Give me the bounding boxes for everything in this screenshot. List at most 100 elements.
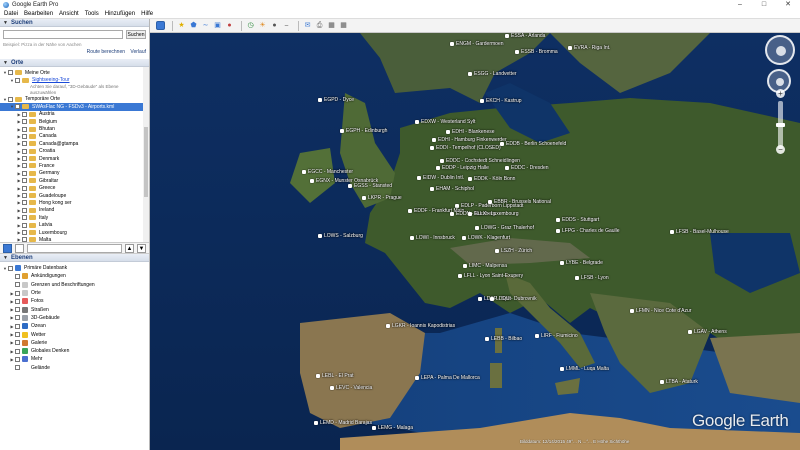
layer-item[interactable]: ▶ Fotos (0, 297, 149, 305)
places-item[interactable]: ▶ Croatia (0, 148, 149, 155)
checkbox[interactable] (15, 307, 20, 313)
layer-item[interactable]: Ankündigungen (0, 272, 149, 280)
minimize-icon[interactable]: – (728, 0, 752, 10)
places-item[interactable]: ▶ Bhutan (0, 125, 149, 132)
airport-placemark[interactable]: EKCH - Kastrup (480, 98, 522, 104)
airport-placemark[interactable]: EVRA - Riga Int. (568, 45, 610, 51)
places-item[interactable]: ▶ France (0, 162, 149, 169)
airport-placemark[interactable]: EDDS - Stuttgart (556, 217, 599, 223)
checkbox[interactable] (15, 104, 20, 110)
airport-placemark[interactable]: EDDK - Köln Bonn (468, 176, 515, 182)
places-item[interactable]: ▼ Meine Orte (0, 69, 149, 76)
layer-item[interactable]: ▶ Straßen (0, 305, 149, 313)
checkbox[interactable] (15, 356, 20, 362)
checkbox[interactable] (22, 148, 27, 154)
places-item[interactable]: ▶ Latvia (0, 221, 149, 228)
airport-placemark[interactable]: LFSB - Basel-Mulhouse (670, 229, 729, 235)
checkbox[interactable] (22, 178, 27, 184)
airport-placemark[interactable]: LIRF - Fiumicino (535, 333, 578, 339)
airport-placemark[interactable]: ELLX - Luxembourg (468, 211, 518, 217)
places-item[interactable]: ▶ Canada (0, 133, 149, 140)
checkbox[interactable] (15, 290, 20, 296)
checkbox[interactable] (22, 207, 27, 213)
history-link[interactable]: Verlauf (130, 49, 146, 55)
layer-item[interactable]: ▶ Orte (0, 289, 149, 297)
checkbox[interactable] (22, 222, 27, 228)
checkbox[interactable] (15, 332, 20, 338)
close-icon[interactable]: ✕ (776, 0, 800, 10)
airport-placemark[interactable]: EGCC - Manchester (302, 169, 353, 175)
layer-item[interactable]: ▶ 3D-Gebäude (0, 314, 149, 322)
down-arrow-icon[interactable]: ▼ (137, 243, 146, 253)
airport-placemark[interactable]: EDDP - Leipzig Halle (436, 165, 489, 171)
layer-item[interactable]: Grenzen und Beschriftungen (0, 281, 149, 289)
layer-item[interactable]: ▶ Galerie (0, 339, 149, 347)
checkbox[interactable] (22, 119, 27, 125)
placemark-icon[interactable]: ★ (177, 21, 186, 30)
airport-placemark[interactable]: LEMG - Malaga (372, 425, 413, 431)
airport-placemark[interactable]: LEPA - Palma De Mallorca (415, 375, 480, 381)
airport-placemark[interactable]: ESSB - Bromma (515, 49, 558, 55)
checkbox[interactable] (8, 265, 13, 271)
move-joystick-icon[interactable] (776, 78, 784, 86)
places-item[interactable]: ▶ Canada@gtampa (0, 140, 149, 147)
airport-placemark[interactable]: LEMD - Madrid Barajas (314, 420, 372, 426)
airport-placemark[interactable]: EDDI - Tempelhof (CLOSED) (430, 145, 501, 151)
airport-placemark[interactable]: LOWG - Graz Thalerhof (475, 225, 534, 231)
airport-placemark[interactable]: LFMN - Nice Cote d'Azur (630, 308, 691, 314)
layers-section-header[interactable]: ▼ Ebenen (0, 254, 149, 262)
path-icon[interactable]: ∼ (201, 21, 210, 30)
checkbox[interactable] (15, 365, 20, 371)
history-icon[interactable]: ◷ (246, 21, 255, 30)
places-item[interactable]: ▼ Sightseeing-Tour (0, 76, 149, 83)
airport-placemark[interactable]: LGKR - Ioannis Kapodistrias (386, 323, 455, 329)
airport-placemark[interactable]: LMML - Luqa Malta (560, 366, 609, 372)
overlay-icon[interactable]: ▣ (213, 21, 222, 30)
airport-placemark[interactable]: LFLL - Lyon Saint-Exupery (458, 273, 523, 279)
airport-placemark[interactable]: LOWI - Innsbruck (410, 235, 455, 241)
airport-placemark[interactable]: EIDW - Dublin Intl. (417, 175, 464, 181)
view-in-maps-icon[interactable]: ▦ (339, 21, 348, 30)
places-item[interactable]: ▶ Austria (0, 111, 149, 118)
places-item[interactable]: ▶ Hong kong ser (0, 199, 149, 206)
airport-placemark[interactable]: LGAV - Athens (688, 329, 727, 335)
menu-add[interactable]: Hinzufügen (105, 11, 135, 17)
airport-placemark[interactable]: LFPG - Charles de Gaulle (556, 228, 620, 234)
airport-placemark[interactable]: LOWK - Klagenfurt (462, 235, 510, 241)
checkbox[interactable] (22, 141, 27, 147)
airport-placemark[interactable]: LTBA - Ataturk (660, 379, 698, 385)
checkbox[interactable] (22, 237, 27, 242)
layer-item[interactable]: Gelände (0, 364, 149, 372)
places-item[interactable]: ▶ Denmark (0, 155, 149, 162)
scrollbar-thumb[interactable] (144, 127, 148, 197)
places-section-header[interactable]: ▼ Orte (0, 59, 149, 67)
airport-placemark[interactable]: EBBR - Brussels National (488, 199, 551, 205)
checkbox[interactable] (22, 126, 27, 132)
places-item[interactable]: ▶ Belgium (0, 118, 149, 125)
airport-placemark[interactable]: EHAM - Schiphol (430, 186, 474, 192)
airport-placemark[interactable]: LEBL - El Prat (316, 373, 354, 379)
airport-placemark[interactable]: LOWS - Salzburg (318, 233, 363, 239)
up-arrow-icon[interactable]: ▲ (125, 243, 134, 253)
places-item[interactable]: ▼ SWAsFlac NG - FSDv3 - Airports.kml (0, 103, 149, 111)
zoom-in-icon[interactable]: + (776, 89, 785, 98)
airport-placemark[interactable]: ENGM - Gardermoen (450, 41, 504, 47)
look-joystick-icon[interactable] (776, 46, 786, 56)
layer-item[interactable]: ▶ Wetter (0, 330, 149, 338)
checkbox[interactable] (22, 133, 27, 139)
earth-view[interactable]: ESSA - Arlanda ENGM - Gardermoen EVRA - Ri… (150, 33, 800, 450)
checkbox[interactable] (15, 315, 20, 321)
airport-placemark[interactable]: LEBB - Bilbao (485, 336, 522, 342)
checkbox[interactable] (8, 70, 13, 76)
places-item[interactable]: ▼ Temporäre Orte (0, 96, 149, 103)
checkbox[interactable] (15, 348, 20, 354)
airport-placemark[interactable]: LYBE - Belgrade (560, 260, 603, 266)
save-image-icon[interactable]: ▦ (327, 21, 336, 30)
checkbox[interactable] (15, 77, 20, 83)
places-item[interactable]: ▶ Germany (0, 170, 149, 177)
checkbox[interactable] (8, 96, 13, 102)
places-item[interactable]: ▶ Luxembourg (0, 229, 149, 236)
checkbox[interactable] (15, 273, 20, 279)
places-item[interactable]: ▶ Malta (0, 236, 149, 242)
airport-placemark[interactable]: EGSS - Stansted (348, 183, 392, 189)
